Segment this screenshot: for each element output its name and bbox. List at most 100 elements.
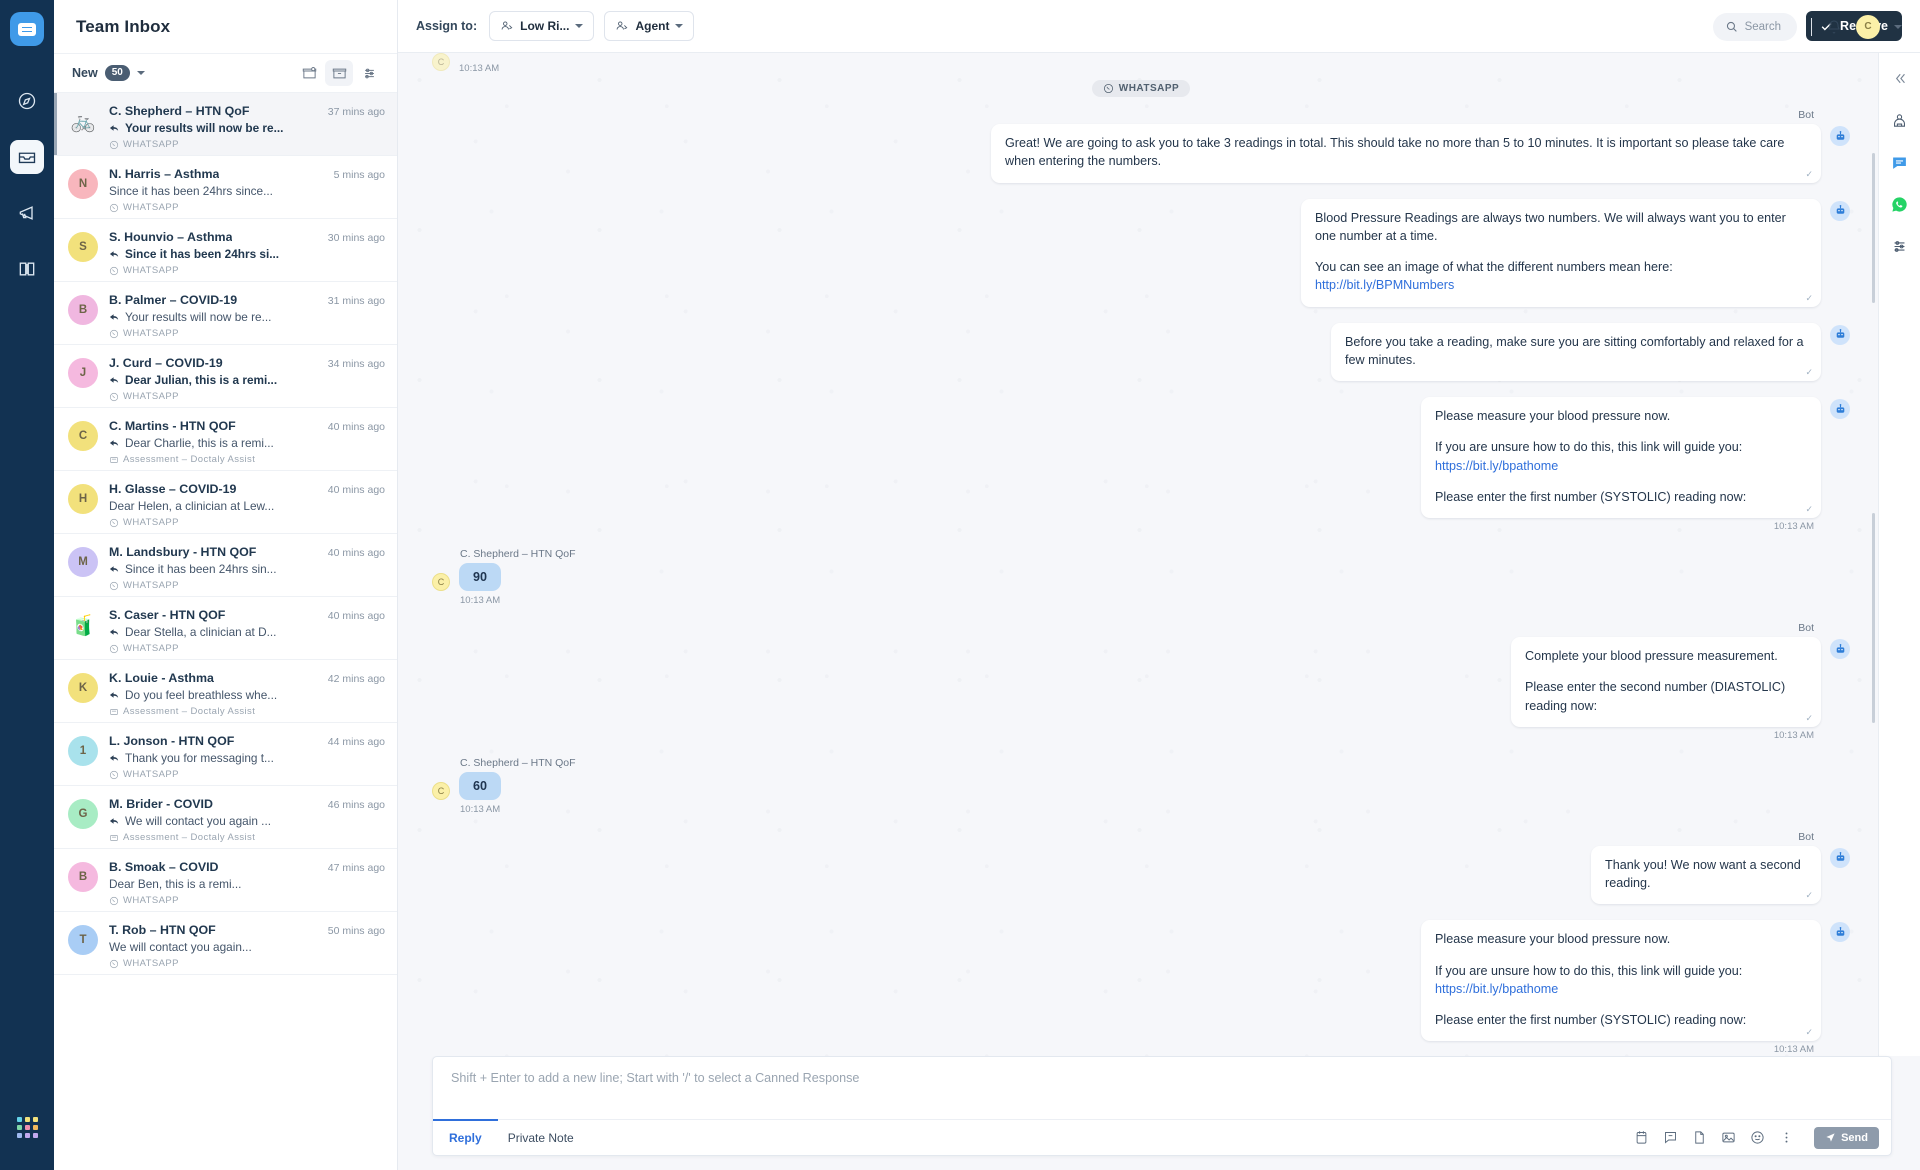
- message-link[interactable]: http://bit.ly/BPMNumbers: [1315, 278, 1454, 292]
- file-icon[interactable]: [1692, 1130, 1707, 1145]
- message-bubble-outgoing: Complete your blood pressure measurement…: [1511, 637, 1821, 727]
- chevron-down-icon[interactable]: [1894, 24, 1902, 29]
- search-input[interactable]: Search: [1712, 12, 1797, 41]
- avatar: K: [68, 673, 98, 703]
- conversation-list-item[interactable]: S S. Hounvio – Asthma 30 mins ago Since it …: [54, 219, 397, 282]
- bell-icon[interactable]: [1826, 19, 1842, 35]
- agent-icon: [617, 21, 628, 30]
- send-label: Send: [1841, 1131, 1868, 1144]
- conversation-timestamp: 40 mins ago: [327, 421, 385, 433]
- avatar[interactable]: C: [1856, 14, 1880, 39]
- scrollbar-thumb[interactable]: [1872, 153, 1875, 303]
- message-bubble-incoming: 90: [459, 563, 502, 591]
- scrollbar-thumb[interactable]: [1872, 513, 1875, 723]
- conversation-list-item[interactable]: 🚲 C. Shepherd – HTN QoF 37 mins ago Your re…: [54, 93, 397, 156]
- collapse-icon[interactable]: [1889, 67, 1911, 89]
- conversation-channel: WHATSAPP: [109, 391, 385, 402]
- conversation-timestamp: 47 mins ago: [327, 862, 385, 874]
- delivered-tick-icon: ✓: [1805, 367, 1813, 377]
- conversation-list-item[interactable]: T T. Rob – HTN QOF 50 mins ago We will cont…: [54, 912, 397, 975]
- message-text: Please measure your blood pressure now.: [1435, 409, 1671, 423]
- conversation-list-item[interactable]: K K. Louie - Asthma 42 mins ago Do you feel…: [54, 660, 397, 723]
- message-block: C. Shepherd – HTN QoF C 60 10:13 AM: [432, 757, 1850, 815]
- bot-avatar: [1830, 399, 1850, 419]
- archive-icon[interactable]: [325, 60, 353, 86]
- reply-arrow-icon: [109, 565, 119, 572]
- sliders-icon[interactable]: [355, 60, 383, 86]
- assign-agent-dropdown[interactable]: Agent: [604, 11, 695, 41]
- whatsapp-icon: [109, 896, 119, 905]
- conversation-timestamp: 40 mins ago: [327, 484, 385, 496]
- conversation-list[interactable]: 🚲 C. Shepherd – HTN QoF 37 mins ago Your re…: [54, 93, 397, 1170]
- sliders-icon[interactable]: [1889, 235, 1911, 257]
- image-icon[interactable]: [1721, 1130, 1736, 1145]
- conversation-list-item[interactable]: B B. Smoak – COVID 47 mins ago Dear Ben, th…: [54, 849, 397, 912]
- conversation-name: H. Glasse – COVID-19: [109, 482, 237, 496]
- tab-reply[interactable]: Reply: [433, 1119, 498, 1155]
- message-sender: Bot: [1798, 109, 1814, 121]
- chevron-down-icon: [575, 24, 584, 28]
- reply-arrow-icon: [109, 754, 119, 761]
- conversation-timestamp: 30 mins ago: [327, 232, 385, 244]
- message-input[interactable]: Shift + Enter to add a new line; Start w…: [433, 1057, 1891, 1119]
- message-timestamp: 10:13 AM: [1773, 1044, 1814, 1056]
- sidebar-item-inbox[interactable]: [10, 140, 44, 174]
- sidebar-item-knowledge[interactable]: [10, 252, 44, 286]
- conversation-name: L. Jonson - HTN QOF: [109, 734, 235, 748]
- avatar: C: [432, 53, 450, 71]
- conversation-snippet: We will contact you again...: [109, 940, 252, 954]
- assign-team-dropdown[interactable]: Low Ri...: [489, 11, 595, 41]
- robot-icon: [1836, 643, 1844, 653]
- header-actions: Search C: [1712, 0, 1920, 53]
- avatar: G: [68, 799, 98, 829]
- whatsapp-icon[interactable]: [1889, 193, 1911, 215]
- search-icon: [1726, 21, 1737, 32]
- conversation-list-item[interactable]: M M. Landsbury - HTN QOF 40 mins ago Since …: [54, 534, 397, 597]
- filter-new-dropdown[interactable]: New 50: [72, 65, 145, 81]
- tab-private-note[interactable]: Private Note: [498, 1131, 584, 1145]
- conversation-list-item[interactable]: G M. Brider - COVID 46 mins ago We will con…: [54, 786, 397, 849]
- message-link[interactable]: https://bit.ly/bpathome: [1435, 982, 1558, 996]
- contact-icon[interactable]: [1889, 109, 1911, 131]
- conversation-timestamp: 42 mins ago: [327, 673, 385, 685]
- conversation-list-item[interactable]: B B. Palmer – COVID-19 31 mins ago Your res…: [54, 282, 397, 345]
- sidebar-item-compass[interactable]: [10, 84, 44, 118]
- emoji-icon[interactable]: [1750, 1130, 1765, 1145]
- team-icon: [501, 21, 513, 30]
- reply-arrow-icon: [109, 628, 119, 635]
- calendar-icon[interactable]: [1634, 1130, 1649, 1145]
- conversation-list-item[interactable]: 1 L. Jonson - HTN QOF 44 mins ago Thank you…: [54, 723, 397, 786]
- whatsapp-icon: [109, 770, 119, 779]
- conversation-list-item[interactable]: J J. Curd – COVID-19 34 mins ago Dear Julia…: [54, 345, 397, 408]
- conversation-name: K. Louie - Asthma: [109, 671, 214, 685]
- message-timestamp: 10:13 AM: [460, 803, 501, 815]
- message-sender: C. Shepherd – HTN QoF: [460, 548, 576, 560]
- conversation-list-item[interactable]: 🧃 S. Caser - HTN QOF 40 mins ago Dear Stell…: [54, 597, 397, 660]
- unarchive-icon[interactable]: [295, 60, 323, 86]
- conversation-channel-label: WHATSAPP: [123, 328, 179, 339]
- message-link[interactable]: https://bit.ly/bpathome: [1435, 459, 1558, 473]
- send-button[interactable]: Send: [1814, 1126, 1879, 1149]
- sidebar-item-campaigns[interactable]: [10, 196, 44, 230]
- conversation-channel: WHATSAPP: [109, 580, 385, 591]
- conversation-channel: WHATSAPP: [109, 958, 385, 969]
- conversation-name: C. Shepherd – HTN QoF: [109, 104, 250, 118]
- conversation-snippet: Dear Julian, this is a remi...: [109, 373, 385, 387]
- conversation-timestamp: 34 mins ago: [327, 358, 385, 370]
- conversation-list-item[interactable]: C C. Martins - HTN QOF 40 mins ago Dear Cha…: [54, 408, 397, 471]
- conversation-channel-label: WHATSAPP: [123, 643, 179, 654]
- conversation-channel-label: Assessment – Doctaly Assist: [123, 706, 256, 717]
- delivered-tick-icon: ✓: [1805, 292, 1813, 303]
- more-icon[interactable]: [1779, 1130, 1794, 1145]
- apps-grid-icon[interactable]: [16, 1117, 38, 1138]
- conversation-timestamp: 46 mins ago: [327, 799, 385, 811]
- conversation-list-item[interactable]: H H. Glasse – COVID-19 40 mins ago Dear Hel…: [54, 471, 397, 534]
- message-icon[interactable]: [1889, 151, 1911, 173]
- page-title: Team Inbox: [76, 16, 171, 36]
- canned-response-icon[interactable]: [1663, 1130, 1678, 1145]
- conversation-snippet: Thank you for messaging t...: [109, 751, 385, 765]
- conversation-list-item[interactable]: N N. Harris – Asthma 5 mins ago Since it ha…: [54, 156, 397, 219]
- message-scroll-area[interactable]: C 10:13 AM WHATSAPP Bot Great! We are going …: [398, 53, 1878, 1056]
- reply-arrow-icon: [109, 817, 119, 824]
- chevron-down-icon: [675, 24, 684, 28]
